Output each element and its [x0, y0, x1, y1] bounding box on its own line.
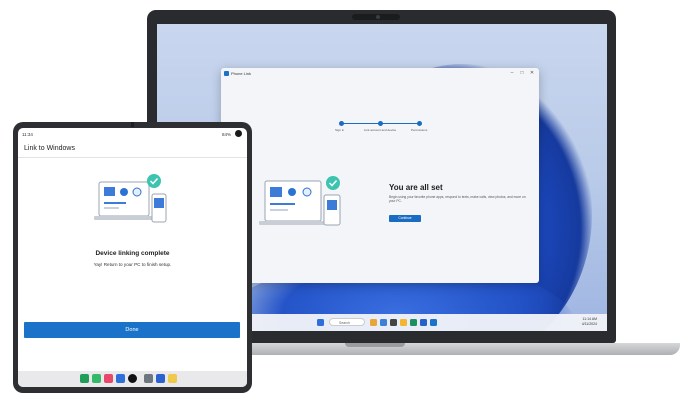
device-linking-heading: Device linking complete: [95, 250, 170, 257]
gallery-icon[interactable]: [104, 374, 113, 383]
step-1-dot: [339, 121, 344, 126]
phone-link-app-icon: [224, 71, 229, 76]
laptop-lid-notch: [345, 343, 405, 347]
minimize-button[interactable]: –: [508, 70, 516, 76]
title-divider: [18, 157, 247, 158]
phone-link-taskbar-icon[interactable]: [430, 319, 437, 326]
chat-icon[interactable]: [390, 319, 397, 326]
linked-devices-illustration-phone: [94, 174, 167, 223]
phone-screen: 11:34 84% Link to Windows Device linking…: [18, 128, 247, 387]
messages-icon[interactable]: [92, 374, 101, 383]
device-linking-subtext: Yay! Return to your PC to finish setup.: [93, 262, 172, 267]
tray-date: 4/11/2024: [581, 322, 597, 326]
linked-devices-illustration: [259, 176, 341, 226]
phone-page-title: Link to Windows: [24, 145, 75, 152]
link-to-windows-icon[interactable]: [116, 374, 125, 383]
start-icon[interactable]: [317, 319, 324, 326]
store-icon[interactable]: [420, 319, 427, 326]
taskbar-search[interactable]: Search: [329, 318, 365, 326]
widgets-icon[interactable]: [370, 319, 377, 326]
edge-icon[interactable]: [410, 319, 417, 326]
phone-battery-status: 84%: [221, 132, 231, 137]
close-button[interactable]: ✕: [528, 70, 536, 76]
window-titlebar: [221, 68, 539, 80]
step-1-label: Sign in: [335, 128, 345, 132]
phone-link-window: Phone Link – □ ✕ Sign in Link account an…: [221, 68, 539, 283]
notes-icon[interactable]: [168, 374, 177, 383]
step-3-dot: [417, 121, 422, 126]
settings-icon[interactable]: [144, 374, 153, 383]
phone-app-icon[interactable]: [80, 374, 89, 383]
setup-complete-description: Begin using your favorite phone apps, re…: [389, 195, 526, 204]
browser-icon[interactable]: [156, 374, 165, 383]
step-2-dot: [378, 121, 383, 126]
continue-button[interactable]: Continue: [389, 215, 421, 222]
webcam-icon: [376, 15, 380, 19]
window-title: Phone Link: [231, 71, 252, 76]
step-2-label: Link account and device: [364, 128, 397, 132]
maximize-button[interactable]: □: [518, 70, 526, 76]
phone-dock: [18, 371, 247, 387]
file-explorer-icon[interactable]: [400, 319, 407, 326]
phone-status-time: 11:34: [22, 132, 33, 137]
front-camera-icon: [235, 130, 242, 137]
camera-app-icon[interactable]: [128, 374, 137, 383]
task-view-icon[interactable]: [380, 319, 387, 326]
phone-hinge: [131, 122, 134, 127]
step-3-label: Permissions: [411, 128, 428, 132]
setup-complete-heading: You are all set: [389, 183, 443, 192]
done-button[interactable]: Done: [24, 322, 240, 338]
system-tray[interactable]: 11:14 AM 4/11/2024: [582, 317, 597, 327]
